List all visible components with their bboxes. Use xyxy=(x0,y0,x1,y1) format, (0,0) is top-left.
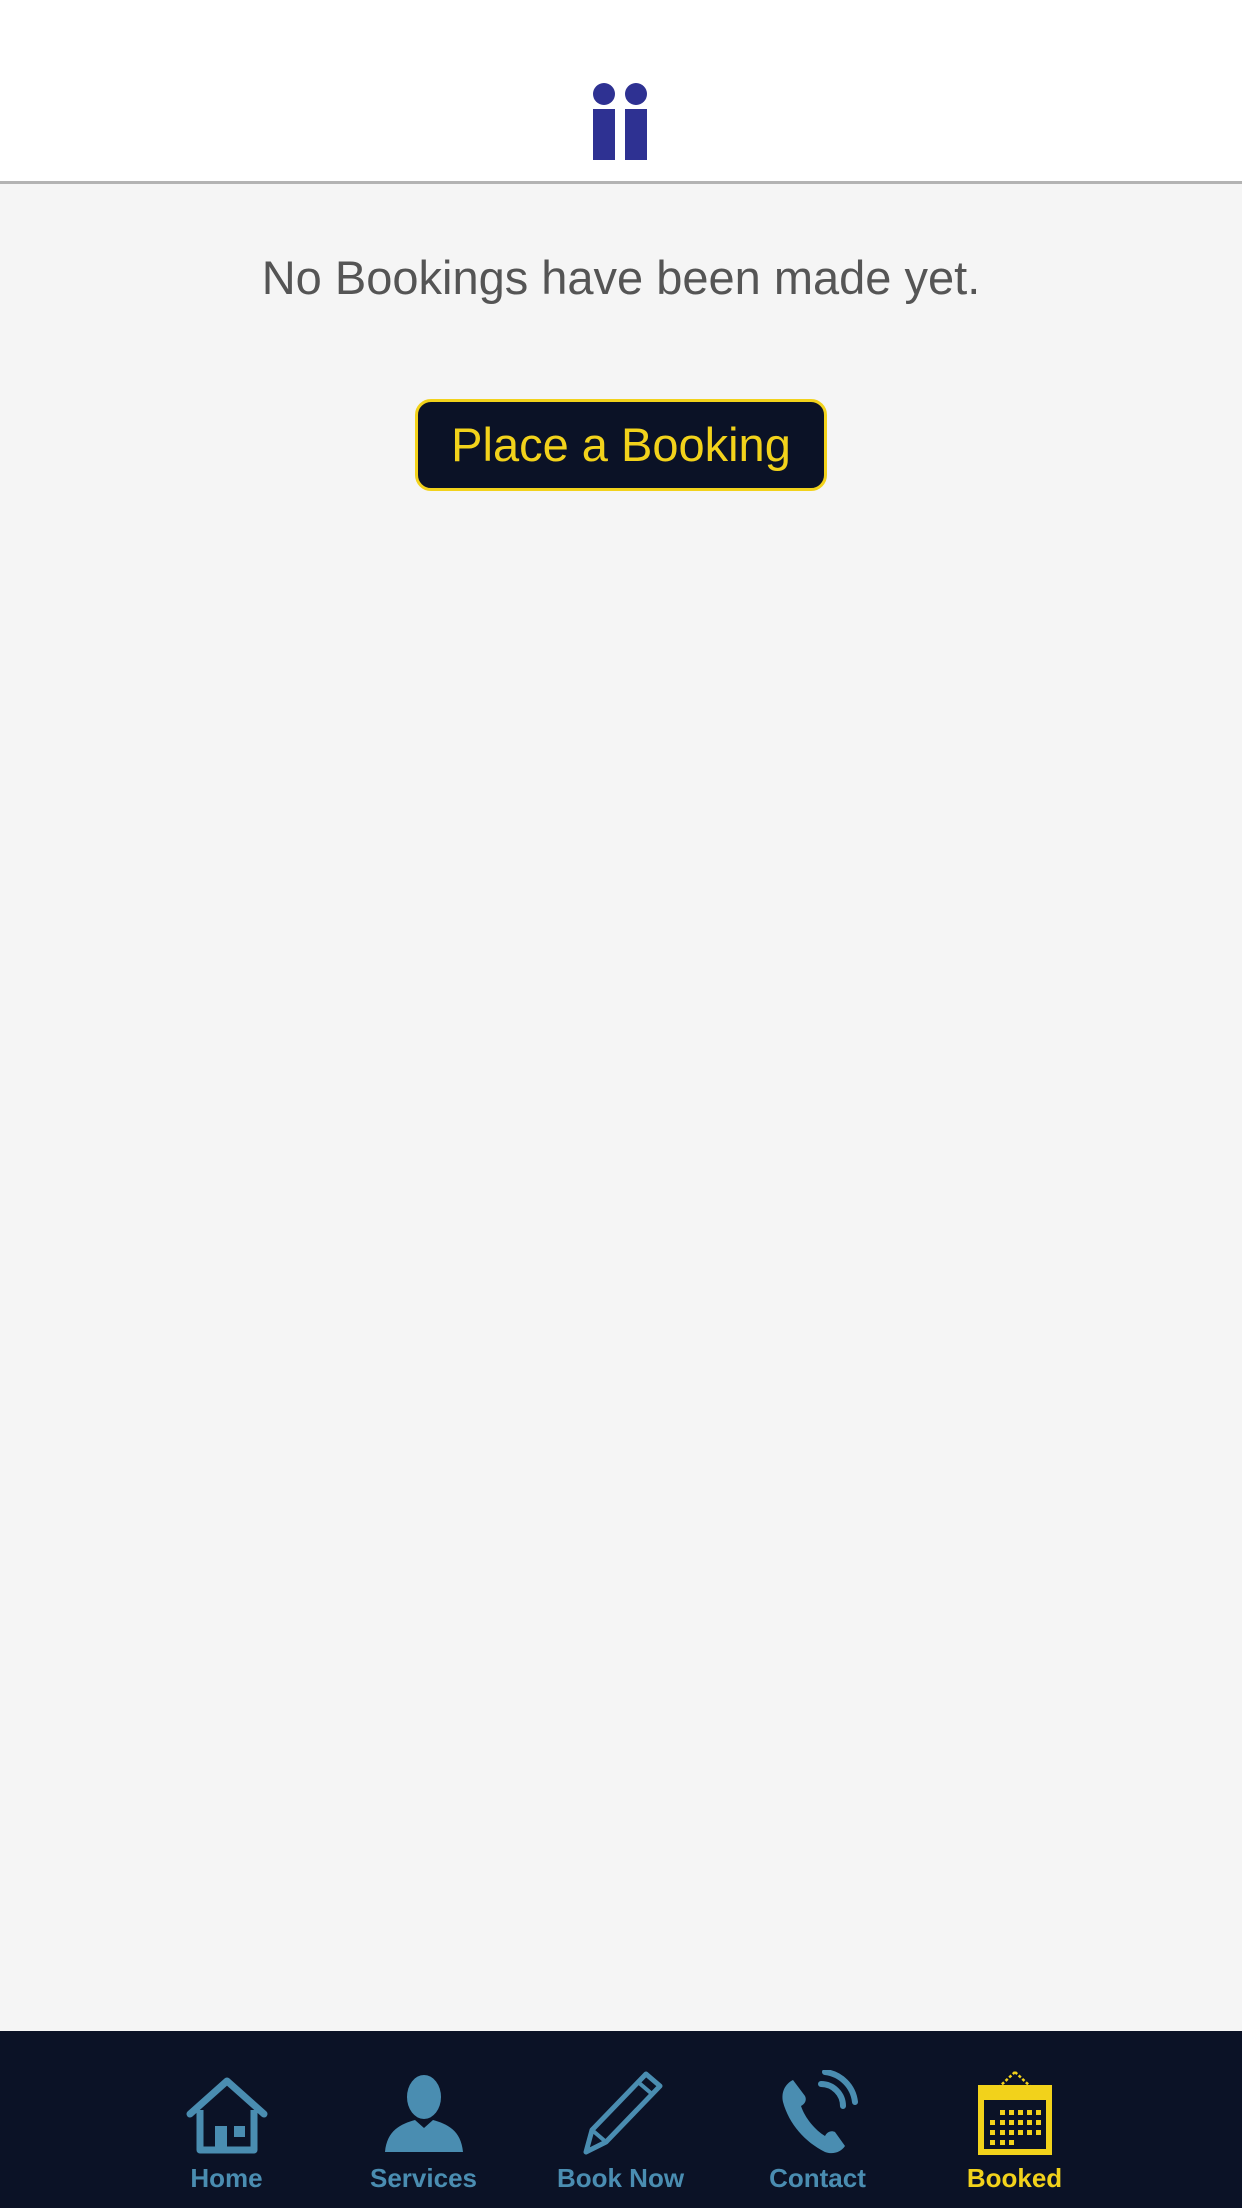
no-bookings-message: No Bookings have been made yet. xyxy=(261,251,981,304)
tab-book-now-label: Book Now xyxy=(556,2163,685,2193)
tab-contact-label: Contact xyxy=(769,2163,866,2193)
phone-icon xyxy=(773,2070,863,2156)
tab-contact[interactable]: Contact xyxy=(719,2031,916,2208)
calendar-icon xyxy=(970,2070,1060,2156)
tab-booked[interactable]: Booked xyxy=(916,2031,1113,2208)
bookings-screen: No Bookings have been made yet. Place a … xyxy=(0,0,1242,2208)
home-icon xyxy=(182,2070,272,2156)
app-header xyxy=(0,0,1242,184)
two-people-logo-icon xyxy=(591,82,651,160)
tab-book-now[interactable]: Book Now xyxy=(522,2031,719,2208)
pencil-icon xyxy=(576,2070,666,2156)
tab-booked-label: Booked xyxy=(966,2163,1063,2193)
tab-services-label: Services xyxy=(370,2163,477,2193)
tab-services[interactable]: Services xyxy=(325,2031,522,2208)
tab-home[interactable]: Home xyxy=(128,2031,325,2208)
person-icon xyxy=(379,2070,469,2156)
place-booking-button[interactable]: Place a Booking xyxy=(415,399,827,491)
bottom-tab-bar: Home Services Book Now Contact Booked xyxy=(0,2031,1242,2208)
tab-home-label: Home xyxy=(190,2163,263,2193)
